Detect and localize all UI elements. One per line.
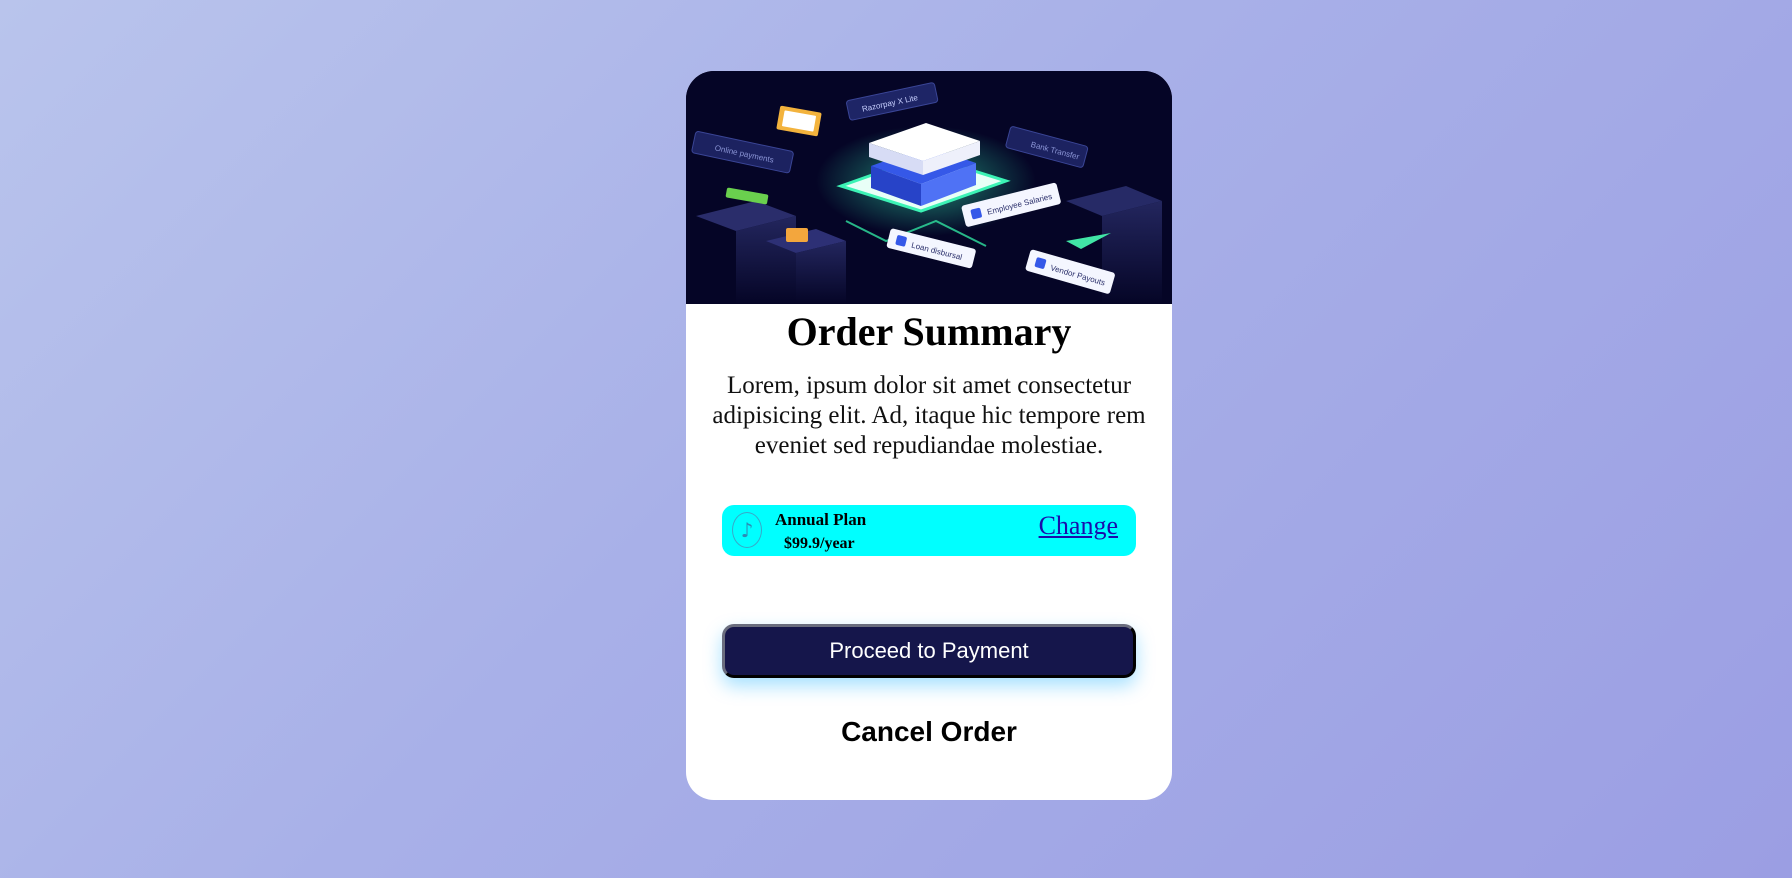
- order-description: Lorem, ipsum dolor sit amet consectetur …: [712, 372, 1146, 459]
- hero-illustration: Online payments Razorpay X Lite Bank Tra…: [686, 71, 1172, 304]
- cancel-order-button[interactable]: Cancel Order: [686, 716, 1172, 748]
- plan-name: Annual Plan: [775, 510, 867, 529]
- page-title: Order Summary: [786, 309, 1072, 354]
- music-note-icon: ♪: [732, 512, 762, 548]
- proceed-to-payment-button[interactable]: Proceed to Payment: [722, 624, 1136, 678]
- plan-price: $99.9/year: [784, 535, 855, 552]
- change-plan-link[interactable]: Change: [1039, 511, 1118, 541]
- plan-summary: ♪ Annual Plan $99.9/year Change: [722, 505, 1136, 556]
- order-summary-card: Online payments Razorpay X Lite Bank Tra…: [686, 71, 1172, 800]
